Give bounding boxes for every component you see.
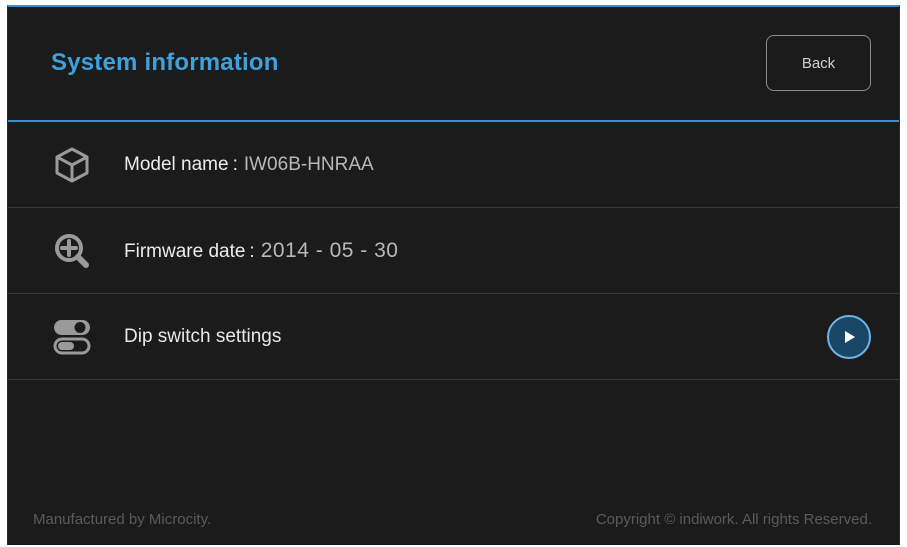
model-name-label: Model name xyxy=(124,153,229,175)
toggle-switch-icon xyxy=(52,317,92,357)
page-title: System information xyxy=(51,49,279,76)
play-icon xyxy=(845,330,855,343)
firmware-date-separator: : xyxy=(249,240,255,262)
model-name-text: Model name: IW06B-HNRAA xyxy=(124,154,374,176)
model-name-row: Model name: IW06B-HNRAA xyxy=(8,122,899,208)
system-info-screen: System information Back Model name: IW06B… xyxy=(7,5,900,545)
play-button[interactable] xyxy=(827,314,871,359)
cube-icon xyxy=(52,145,92,185)
dip-switch-settings-row[interactable]: Dip switch settings xyxy=(8,294,899,380)
dip-switch-settings-label: Dip switch settings xyxy=(124,325,282,347)
footer: Manufactured by Microcity. Copyright © i… xyxy=(8,507,899,535)
firmware-date-text: Firmware date:2014 - 05 - 30 xyxy=(124,239,398,263)
copyright-text: Copyright © indiwork. All rights Reserve… xyxy=(595,511,872,528)
firmware-date-value: 2014 - 05 - 30 xyxy=(260,238,399,262)
manufacturer-text: Manufactured by Microcity. xyxy=(33,511,212,528)
model-name-value: IW06B-HNRAA xyxy=(243,153,374,175)
back-button[interactable]: Back xyxy=(766,35,871,91)
firmware-date-row: Firmware date:2014 - 05 - 30 xyxy=(8,208,899,294)
header: System information Back xyxy=(8,7,899,122)
model-name-separator: : xyxy=(232,153,238,175)
firmware-date-label: Firmware date xyxy=(124,240,246,262)
zoom-in-icon xyxy=(52,231,92,271)
